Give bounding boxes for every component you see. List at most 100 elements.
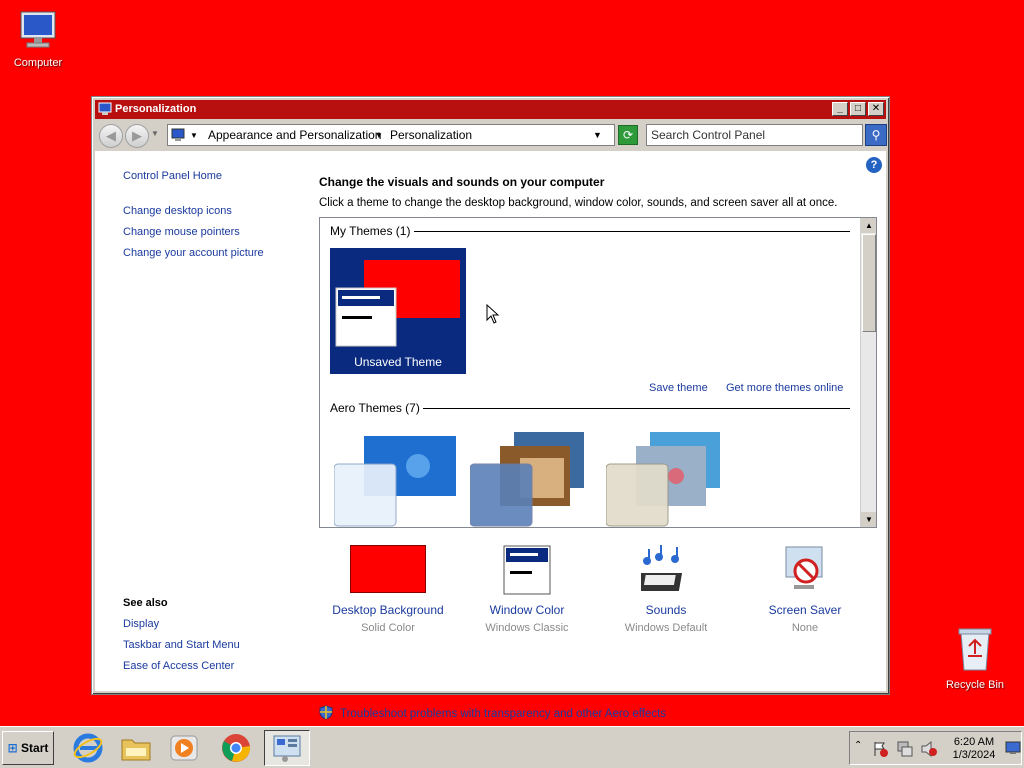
- nav-change-mouse-pointers[interactable]: Change mouse pointers: [123, 226, 240, 238]
- breadcrumb-arrow-icon[interactable]: ▼: [375, 131, 383, 140]
- maximize-button[interactable]: □: [850, 102, 866, 116]
- clock-date: 1/3/2024: [952, 749, 996, 761]
- desktop-background-subtitle: Solid Color: [361, 622, 415, 634]
- architecture-theme-icon: [469, 432, 584, 527]
- desktop-icon-recycle-bin[interactable]: Recycle Bin: [935, 626, 1015, 691]
- minimize-button[interactable]: _: [832, 102, 848, 116]
- window-color-title: Window Color: [489, 603, 565, 617]
- aero-theme-architecture[interactable]: [469, 432, 594, 527]
- personalization-icon: [98, 102, 112, 123]
- window-color-subtitle: Windows Classic: [485, 622, 569, 634]
- vertical-scrollbar[interactable]: ▲ ▼: [860, 218, 876, 527]
- windows7-theme-icon: [333, 436, 456, 527]
- get-more-themes-link[interactable]: Get more themes online: [726, 382, 843, 394]
- divider: [423, 408, 850, 409]
- chrome-icon: [222, 734, 251, 762]
- breadcrumb-item-personalization[interactable]: Personalization: [390, 128, 472, 142]
- taskbar-media-player[interactable]: [164, 730, 204, 766]
- start-label: Start: [21, 741, 49, 755]
- internet-explorer-icon: [73, 733, 103, 763]
- taskbar: ⊞ Start ⌃ 6:20 AM 1/3/2024: [0, 726, 1024, 768]
- nav-control-panel-home[interactable]: Control Panel Home: [123, 170, 222, 182]
- file-explorer-icon: [121, 739, 151, 761]
- media-player-icon: [170, 735, 198, 761]
- screen-saver-button[interactable]: Screen Saver None: [736, 545, 874, 634]
- see-also-display[interactable]: Display: [123, 618, 159, 630]
- desktop-icon-computer[interactable]: Computer: [0, 10, 78, 69]
- windows-logo-icon: ⊞: [7, 741, 18, 755]
- sounds-icon: [641, 545, 683, 591]
- troubleshoot-label: Troubleshoot problems with transparency …: [340, 708, 667, 720]
- sounds-subtitle: Windows Default: [624, 622, 708, 634]
- save-theme-link[interactable]: Save theme: [649, 382, 708, 394]
- volume-muted-icon[interactable]: [920, 740, 938, 758]
- start-button[interactable]: ⊞ Start: [2, 731, 54, 765]
- screen-saver-title: Screen Saver: [768, 603, 842, 617]
- address-dropdown-icon[interactable]: ▼: [593, 130, 602, 140]
- search-input[interactable]: Search Control Panel: [646, 124, 863, 146]
- breadcrumb[interactable]: ▼ Appearance and Personalization ▼ Perso…: [167, 124, 615, 146]
- help-icon[interactable]: ?: [866, 157, 882, 173]
- show-desktop-icon[interactable]: [1005, 740, 1021, 756]
- sounds-title: Sounds: [645, 603, 687, 617]
- taskbar-chrome[interactable]: [216, 730, 256, 766]
- desktop-icon-label: Recycle Bin: [945, 679, 1005, 691]
- themes-list: My Themes (1) Unsaved Theme Save theme G…: [319, 217, 877, 528]
- breadcrumb-arrow-icon[interactable]: ▼: [190, 131, 198, 140]
- breadcrumb-item-appearance[interactable]: Appearance and Personalization: [208, 128, 381, 142]
- page-title: Change the visuals and sounds on your co…: [319, 175, 605, 189]
- refresh-button[interactable]: ⟳: [618, 125, 638, 145]
- page-subtitle: Click a theme to change the desktop back…: [319, 197, 838, 209]
- sounds-button[interactable]: Sounds Windows Default: [597, 545, 735, 634]
- nav-change-account-picture[interactable]: Change your account picture: [123, 247, 264, 259]
- personalization-window: Personalization _ □ ✕ ◀ ▶ ▼ ▼ Appearance…: [91, 96, 890, 720]
- desktop-icon-label: Computer: [13, 57, 63, 69]
- system-tray: ⌃ 6:20 AM 1/3/2024: [849, 731, 1022, 765]
- aero-themes-header: Aero Themes (7): [330, 401, 420, 415]
- clock[interactable]: 6:20 AM 1/3/2024: [944, 736, 1004, 762]
- show-hidden-icons-icon[interactable]: ⌃: [854, 740, 862, 751]
- screen-saver-subtitle: None: [791, 622, 819, 634]
- desktop-background-icon: [350, 545, 426, 593]
- screen-saver-icon: [785, 546, 823, 589]
- scroll-up-icon[interactable]: ▲: [861, 218, 876, 233]
- aero-theme-nature[interactable]: [605, 432, 730, 527]
- see-also-taskbar[interactable]: Taskbar and Start Menu: [123, 639, 240, 651]
- nav-change-desktop-icons[interactable]: Change desktop icons: [123, 205, 232, 217]
- scroll-thumb[interactable]: [862, 234, 876, 332]
- computer-icon: [20, 11, 56, 48]
- unsaved-theme-tile[interactable]: Unsaved Theme: [330, 248, 466, 374]
- title-bar[interactable]: Personalization _ □ ✕: [95, 100, 886, 119]
- action-center-icon[interactable]: [872, 740, 890, 758]
- window-color-button[interactable]: Window Color Windows Classic: [458, 545, 596, 634]
- clock-time: 6:20 AM: [953, 736, 995, 748]
- control-panel-icon: [171, 128, 185, 141]
- theme-preview-icon: [335, 260, 460, 347]
- divider: [414, 231, 850, 232]
- desktop-background-title: Desktop Background: [332, 603, 444, 617]
- close-button[interactable]: ✕: [868, 102, 884, 116]
- scroll-down-icon[interactable]: ▼: [861, 512, 876, 527]
- desktop-background-button[interactable]: Desktop Background Solid Color: [319, 545, 457, 634]
- my-themes-header: My Themes (1): [330, 224, 411, 238]
- forward-button[interactable]: ▶: [125, 124, 149, 148]
- see-also-title: See also: [123, 597, 168, 609]
- nature-theme-icon: [605, 432, 720, 527]
- taskbar-file-explorer[interactable]: [116, 730, 156, 766]
- taskbar-control-panel[interactable]: [264, 730, 310, 766]
- back-button[interactable]: ◀: [99, 124, 123, 148]
- address-bar: ◀ ▶ ▼ ▼ Appearance and Personalization ▼…: [95, 121, 887, 149]
- window-color-icon: [503, 545, 551, 595]
- search-icon[interactable]: ⚲: [865, 124, 887, 146]
- troubleshoot-link[interactable]: Troubleshoot problems with transparency …: [319, 705, 666, 720]
- aero-theme-windows7[interactable]: [333, 436, 458, 527]
- content-area: ? Control Panel Home Change desktop icon…: [95, 151, 886, 720]
- shield-icon: [319, 705, 333, 720]
- network-icon[interactable]: [896, 740, 914, 758]
- taskbar-internet-explorer[interactable]: [68, 730, 108, 766]
- control-panel-icon: [273, 735, 301, 762]
- see-also-ease-of-access[interactable]: Ease of Access Center: [123, 660, 234, 672]
- recycle-bin-icon: [958, 628, 992, 671]
- chevron-down-icon[interactable]: ▼: [151, 129, 159, 138]
- window-title: Personalization: [115, 103, 197, 115]
